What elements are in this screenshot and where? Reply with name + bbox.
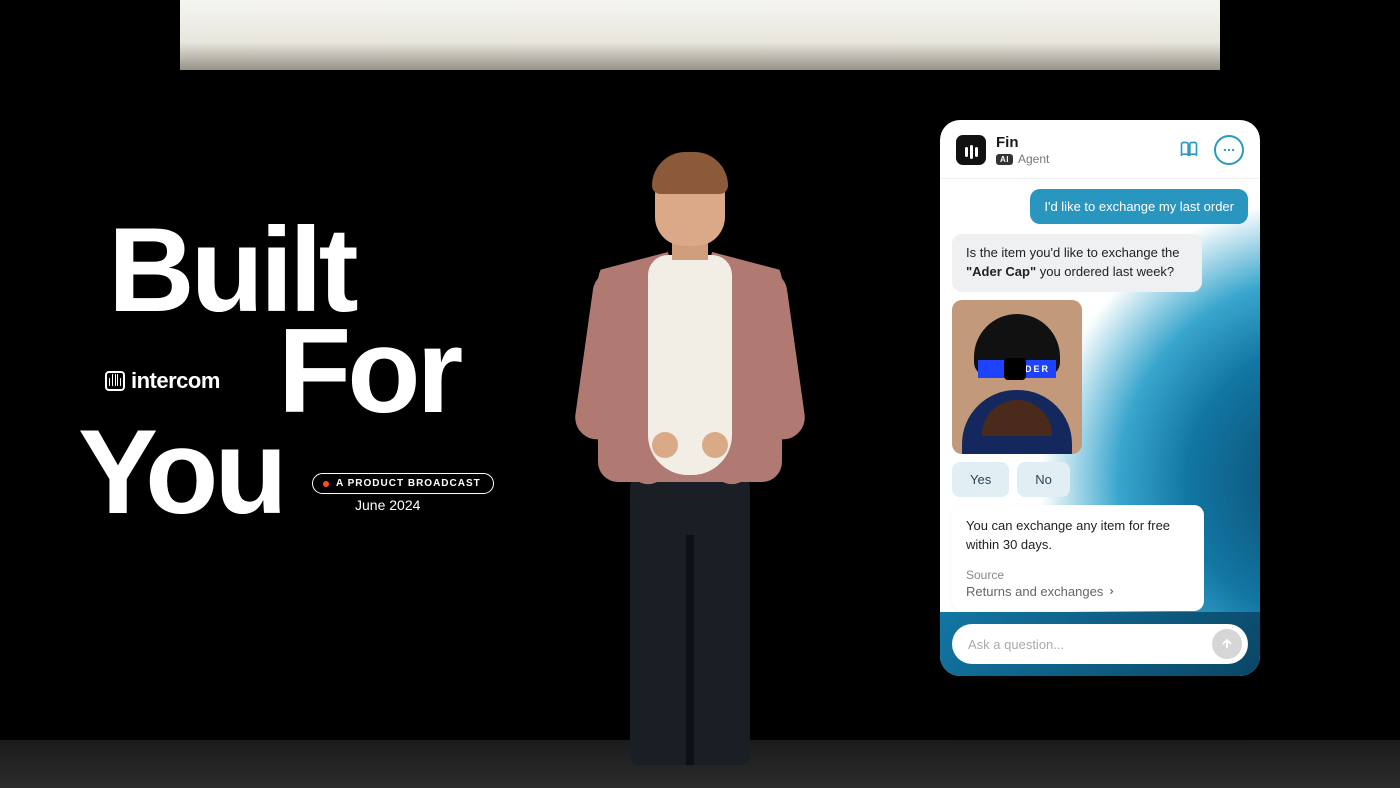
broadcast-badge: A PRODUCT BROADCAST (312, 473, 494, 494)
title-line-2: For (278, 321, 498, 422)
chat-widget: Fin AI Agent I'd like to exchange my las… (940, 120, 1260, 676)
source-link[interactable]: Returns and exchanges (966, 584, 1190, 599)
ceiling-light (180, 0, 1220, 70)
articles-icon[interactable] (1174, 135, 1204, 165)
fin-avatar-icon (956, 135, 986, 165)
brand-logo: intercom (105, 368, 220, 394)
chevron-right-icon (1107, 587, 1116, 596)
live-dot-icon (323, 481, 329, 487)
chat-header: Fin AI Agent (940, 120, 1260, 179)
more-options-icon[interactable] (1214, 135, 1244, 165)
info-body: You can exchange any item for free withi… (966, 517, 1190, 555)
ai-badge: AI (996, 154, 1013, 165)
info-card: You can exchange any item for free withi… (952, 505, 1204, 612)
chat-input[interactable] (968, 637, 1212, 652)
agent-role: Agent (1018, 152, 1049, 166)
chat-input-pill (952, 624, 1248, 664)
yes-button[interactable]: Yes (952, 462, 1009, 497)
intercom-icon (105, 371, 125, 391)
presenter-figure (560, 140, 820, 760)
no-button[interactable]: No (1017, 462, 1070, 497)
bot-message: Is the item you'd like to exchange the "… (952, 234, 1202, 292)
product-image: ADER (952, 300, 1082, 454)
broadcast-date: June 2024 (355, 497, 420, 513)
user-message: I'd like to exchange my last order (1030, 189, 1248, 224)
option-buttons: Yes No (952, 462, 1248, 497)
bot-text-prefix: Is the item you'd like to exchange the (966, 245, 1180, 260)
badge-text: A PRODUCT BROADCAST (336, 478, 481, 489)
bot-text-bold: "Ader Cap" (966, 264, 1036, 279)
send-button[interactable] (1212, 629, 1242, 659)
source-link-text: Returns and exchanges (966, 584, 1103, 599)
brand-name: intercom (131, 368, 220, 394)
arrow-up-icon (1220, 637, 1234, 651)
chat-agent-name: Fin (996, 134, 1164, 151)
source-label: Source (966, 568, 1190, 582)
chat-body: I'd like to exchange my last order Is th… (940, 179, 1260, 612)
chat-input-area (940, 612, 1260, 676)
bot-text-suffix: you ordered last week? (1036, 264, 1174, 279)
